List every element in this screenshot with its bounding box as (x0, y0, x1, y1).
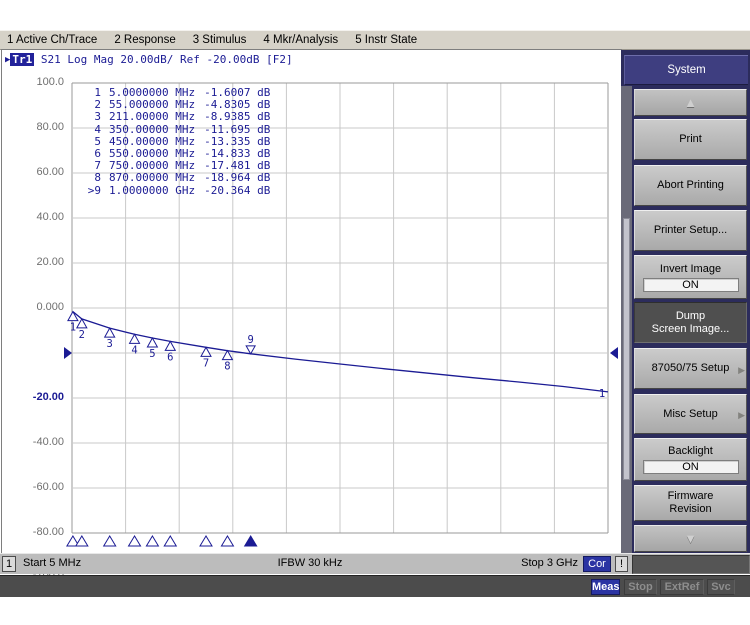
invert-image-state: ON (643, 278, 739, 292)
svg-text:2: 2 (79, 329, 85, 341)
misc-setup-button[interactable]: Misc Setup ▶ (634, 394, 747, 434)
svg-text:9: 9 (248, 334, 254, 346)
marker-row: 8870.00000 MHz-18.964 dB (84, 172, 270, 184)
trace-format-text: S21 Log Mag 20.00dB/ Ref -20.00dB [F2] (34, 53, 292, 66)
ifbw-label[interactable]: IFBW 30 kHz (230, 557, 390, 569)
backlight-state: ON (643, 460, 739, 474)
y-tick: 20.00 (16, 256, 64, 270)
extref-status-badge: ExtRef (660, 579, 704, 595)
measurement-screen: 1234567891 ▶Tr1 S21 Log Mag 20.00dB/ Ref… (2, 50, 621, 553)
y-tick-reference-level[interactable]: -20.00 (16, 391, 64, 405)
meas-status-badge: Meas (591, 579, 620, 595)
svg-text:7: 7 (203, 357, 209, 369)
y-tick: -60.00 (16, 481, 64, 495)
vna-system-screen: 1 Active Ch/Trace 2 Response 3 Stimulus … (0, 0, 750, 625)
marker-row: 4350.00000 MHz-11.695 dB (84, 124, 270, 136)
firmware-revision-button[interactable]: Firmware Revision (634, 485, 747, 521)
up-arrow-icon: ▲ (684, 96, 697, 109)
svg-text:3: 3 (107, 338, 113, 350)
softkey-panel: System ▲ Print Abort Printing Printer Se… (621, 50, 750, 553)
down-arrow-icon: ▼ (684, 532, 697, 545)
marker-row: 3211.00000 MHz-8.9385 dB (84, 111, 270, 123)
marker-table: 15.0000000 MHz-1.6007 dB 255.000000 MHz-… (84, 87, 270, 197)
menu-response[interactable]: 2 Response (114, 34, 175, 46)
menu-instr-state[interactable]: 5 Instr State (355, 34, 417, 46)
scroll-down-button[interactable]: ▼ (634, 525, 747, 552)
channel-status-bar: 1 Start 5 MHz IFBW 30 kHz Stop 3 GHz Cor… (0, 553, 750, 574)
stop-status-badge: Stop (624, 579, 657, 595)
menu-active-ch-trace[interactable]: 1 Active Ch/Trace (7, 34, 97, 46)
invert-image-toggle[interactable]: Invert Image ON (634, 255, 747, 299)
y-tick: 80.00 (16, 121, 64, 135)
submenu-arrow-icon: ▶ (738, 409, 745, 422)
svg-text:6: 6 (167, 351, 173, 363)
menu-mkr-analysis[interactable]: 4 Mkr/Analysis (263, 34, 338, 46)
trace-status-line[interactable]: ▶Tr1 S21 Log Mag 20.00dB/ Ref -20.00dB [… (5, 53, 293, 66)
alert-badge: ! (615, 556, 628, 572)
svc-status-badge: Svc (707, 579, 735, 595)
scroll-up-button[interactable]: ▲ (634, 89, 747, 116)
dump-screen-image-button[interactable]: Dump Screen Image... (634, 302, 747, 343)
svg-text:1: 1 (599, 388, 605, 400)
svg-text:8: 8 (224, 361, 230, 373)
menu-bar: 1 Active Ch/Trace 2 Response 3 Stimulus … (0, 30, 750, 50)
trace-name-badge: Tr1 (10, 53, 34, 66)
softkey-scroll-track[interactable] (621, 86, 632, 553)
instrument-status-bar: Meas Stop ExtRef Svc (0, 575, 750, 597)
softkey-scroll-thumb[interactable] (623, 218, 630, 480)
channel-bar-recess (632, 555, 750, 574)
correction-status-badge: Cor (583, 556, 611, 572)
submenu-arrow-icon: ▶ (738, 364, 745, 377)
start-frequency-label[interactable]: Start 5 MHz (23, 557, 81, 569)
softkey-menu-title: System (624, 55, 748, 85)
svg-text:4: 4 (131, 344, 137, 356)
y-tick: 40.00 (16, 211, 64, 225)
print-button[interactable]: Print (634, 119, 747, 160)
y-tick: 0.000 (16, 301, 64, 315)
y-tick: 60.00 (16, 166, 64, 180)
printer-setup-button[interactable]: Printer Setup... (634, 210, 747, 251)
svg-text:1: 1 (70, 322, 76, 334)
channel-number-badge: 1 (2, 556, 16, 572)
backlight-toggle[interactable]: Backlight ON (634, 438, 747, 481)
marker-row-active: >91.0000000 GHz-20.364 dB (84, 185, 270, 197)
y-tick: 100.0 (16, 76, 64, 90)
svg-text:5: 5 (149, 348, 155, 360)
stop-frequency-label[interactable]: Stop 3 GHz (498, 557, 578, 569)
y-tick: -40.00 (16, 436, 64, 450)
abort-printing-button[interactable]: Abort Printing (634, 165, 747, 206)
setup-87050-75-button[interactable]: 87050/75 Setup ▶ (634, 348, 747, 389)
y-tick: -80.00 (16, 526, 64, 540)
menu-stimulus[interactable]: 3 Stimulus (193, 34, 247, 46)
